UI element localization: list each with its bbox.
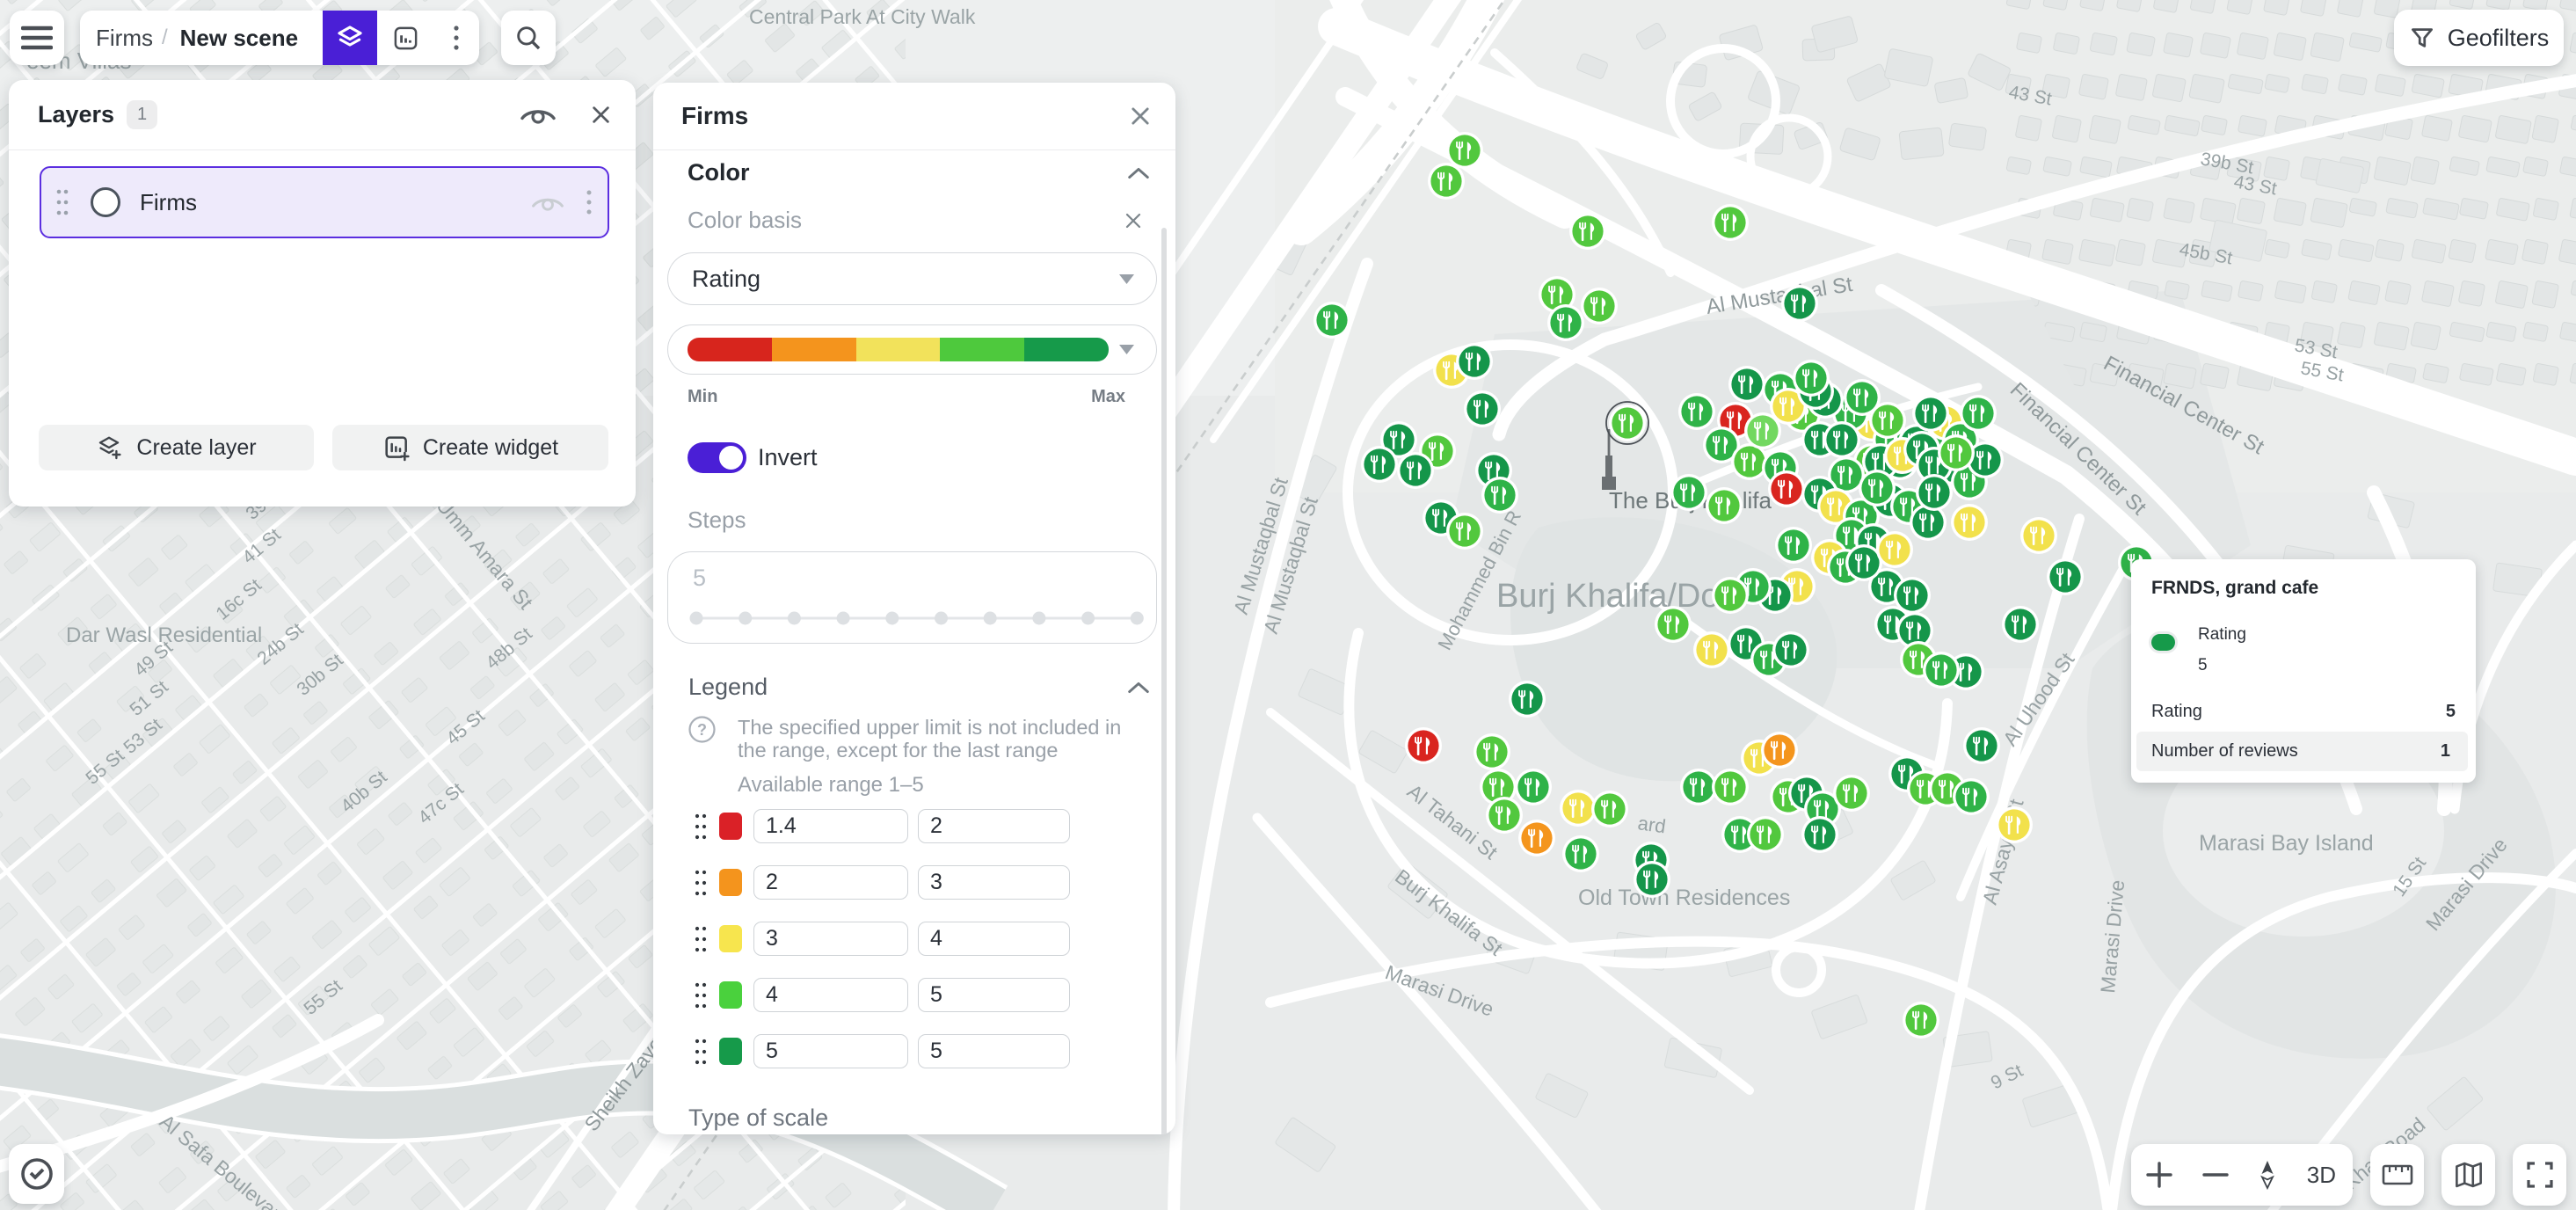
svg-text:Central Park At City Walk: Central Park At City Walk xyxy=(749,5,976,28)
svg-text:Burj Khalifa/Dow: Burj Khalifa/Dow xyxy=(1496,578,1743,615)
svg-text:?: ? xyxy=(697,721,707,739)
svg-text:ard: ard xyxy=(1636,812,1667,837)
svg-text:Old Town Residences: Old Town Residences xyxy=(1578,886,1790,910)
svg-text:Marasi Bay Island: Marasi Bay Island xyxy=(2199,831,2374,856)
